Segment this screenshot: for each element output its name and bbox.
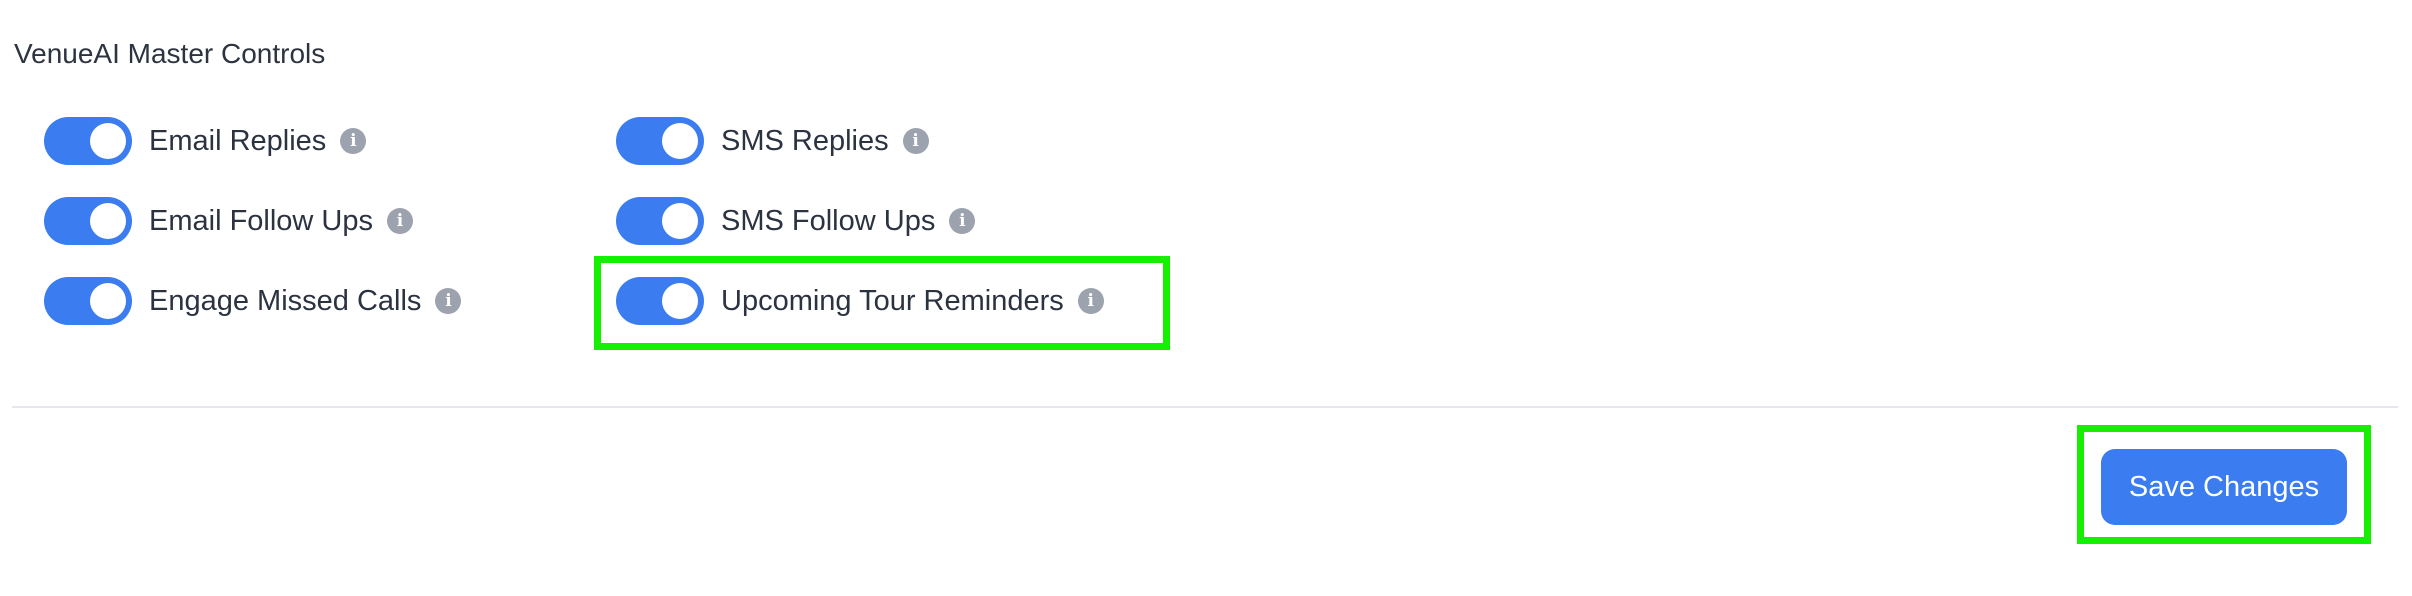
toggle-knob xyxy=(90,283,126,319)
toggle-knob xyxy=(90,123,126,159)
sms-replies-label: SMS Replies xyxy=(721,124,889,157)
engage-missed-calls-toggle[interactable] xyxy=(44,277,132,325)
toggle-knob xyxy=(662,123,698,159)
highlight-box-tour-reminders xyxy=(594,256,1170,350)
control-sms-follow-ups: SMS Follow Ups i xyxy=(616,194,976,248)
email-replies-toggle[interactable] xyxy=(44,117,132,165)
email-follow-ups-toggle[interactable] xyxy=(44,197,132,245)
email-replies-label: Email Replies xyxy=(149,124,327,157)
sms-replies-toggle[interactable] xyxy=(616,117,704,165)
engage-missed-calls-label: Engage Missed Calls xyxy=(149,284,422,317)
control-email-replies: Email Replies i xyxy=(44,114,367,168)
toggle-knob xyxy=(90,203,126,239)
info-icon[interactable]: i xyxy=(387,208,413,234)
info-icon[interactable]: i xyxy=(949,208,976,234)
toggle-knob xyxy=(662,203,698,239)
control-sms-replies: SMS Replies i xyxy=(616,114,929,168)
info-icon[interactable]: i xyxy=(435,288,462,314)
sms-follow-ups-toggle[interactable] xyxy=(616,197,704,245)
section-title: VenueAI Master Controls xyxy=(14,38,326,69)
sms-follow-ups-label: SMS Follow Ups xyxy=(721,204,936,237)
save-changes-button[interactable]: Save Changes xyxy=(2101,449,2347,525)
control-engage-missed-calls: Engage Missed Calls i xyxy=(44,274,462,328)
email-follow-ups-label: Email Follow Ups xyxy=(149,204,373,237)
info-icon[interactable]: i xyxy=(340,128,367,154)
control-email-follow-ups: Email Follow Ups i xyxy=(44,194,413,248)
info-icon[interactable]: i xyxy=(902,128,929,154)
divider xyxy=(12,406,2398,408)
